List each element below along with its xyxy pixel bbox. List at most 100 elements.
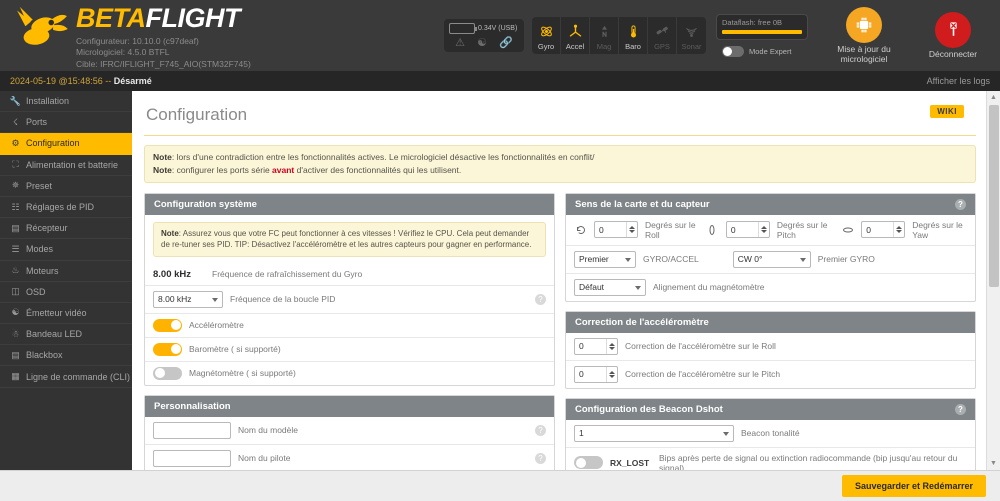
- sidebar-item-motors[interactable]: ♨ Moteurs: [0, 261, 132, 282]
- usb-icon-glyph: [949, 22, 957, 36]
- status-timestamp: 2024-05-19 @15:48:56 --: [10, 76, 112, 86]
- magnetometer-toggle[interactable]: [153, 366, 182, 380]
- plug-icon: ☇: [12, 116, 19, 127]
- sidebar-item-led-strip[interactable]: ☃ Bandeau LED: [0, 324, 132, 346]
- help-icon[interactable]: ?: [535, 293, 546, 305]
- accel-trim-roll-label: Correction de l'accéléromètre sur le Rol…: [625, 341, 776, 351]
- row-barometer-toggle[interactable]: Baromètre ( si supporté): [145, 338, 554, 362]
- help-icon[interactable]: ?: [955, 403, 966, 415]
- roll-degrees-stepper[interactable]: 0: [594, 221, 638, 238]
- sidebar-item-configuration[interactable]: ⚙ Configuration: [0, 133, 132, 155]
- pitch-degrees-value: 0: [730, 224, 736, 235]
- gps-icon: [655, 26, 668, 35]
- betaflight-configurator-window: BETAFLIGHT Configurateur: 10.10.0 (c97de…: [0, 0, 1000, 501]
- panel-board-sensor-alignment: Sens de la carte et du capteur ? 0 Degré…: [565, 192, 976, 302]
- wiki-button[interactable]: WIKI: [930, 105, 964, 118]
- pid-loop-select[interactable]: 8.00 kHz: [153, 290, 223, 308]
- scroll-down-arrow[interactable]: ▼: [987, 457, 1000, 470]
- sidebar-item-receiver[interactable]: ▤ Récepteur: [0, 218, 132, 240]
- blackbox-icon: ▤: [11, 349, 20, 360]
- panel-personalization: Personnalisation Nom du modèle ? Nom du …: [144, 394, 555, 470]
- chip-icon-glyph: [856, 17, 872, 33]
- brand-beta: BETA: [76, 2, 146, 33]
- row-accelerometer-toggle[interactable]: Accéléromètre: [145, 314, 554, 338]
- sliders-icon: ✵: [11, 180, 20, 191]
- sidebar-item-blackbox[interactable]: ▤ Blackbox: [0, 345, 132, 367]
- row-beacon-rx-lost[interactable]: RX_LOST Bips après perte de signal ou ex…: [566, 448, 975, 471]
- accelerometer-toggle[interactable]: [153, 318, 182, 332]
- row-magnetometer-toggle[interactable]: Magnétomètre ( si supporté): [145, 362, 554, 385]
- sensor-label-baro: Baro: [625, 42, 641, 51]
- scroll-up-arrow[interactable]: ▲: [987, 91, 1000, 104]
- beacon-tone-select[interactable]: 1: [574, 424, 734, 442]
- gyro-icon: [540, 26, 552, 37]
- page-note-line1: Note: lors d'une contradiction entre les…: [153, 151, 967, 164]
- sidebar-label-preset: Preset: [26, 180, 53, 191]
- system-note: Note: Assurez vous que votre FC peut fon…: [153, 221, 546, 257]
- two-column-layout: Configuration système Note: Assurez vous…: [132, 183, 988, 471]
- save-and-reboot-button[interactable]: Sauvegarder et Redémarrer: [841, 475, 986, 497]
- barometer-toggle[interactable]: [153, 342, 182, 356]
- gyro-accel-label: GYRO/ACCEL: [643, 254, 699, 264]
- model-name-input[interactable]: [153, 421, 231, 439]
- row-accel-trim-roll: 0 Correction de l'accéléromètre sur le R…: [566, 333, 975, 361]
- help-icon[interactable]: ?: [535, 424, 546, 436]
- mag-alignment-select[interactable]: Défaut: [574, 278, 646, 296]
- disconnect-button-label: Déconnecter: [928, 48, 978, 59]
- led-icon: ☃: [11, 328, 20, 339]
- pilot-name-label: Nom du pilote: [238, 453, 291, 464]
- sidebar-label-modes: Modes: [26, 244, 54, 255]
- accel-trim-pitch-stepper[interactable]: 0: [574, 365, 618, 383]
- sidebar-item-vtx[interactable]: ☯ Émetteur vidéo: [0, 303, 132, 325]
- gyro-orientation-select[interactable]: CW 0°: [732, 250, 811, 268]
- pid-loop-label: Fréquence de la boucle PID: [230, 294, 336, 305]
- sidebar-label-installation: Installation: [26, 96, 70, 107]
- row-pid-loop-rate[interactable]: 8.00 kHz Fréquence de la boucle PID ?: [145, 286, 554, 314]
- pilot-name-input[interactable]: [153, 449, 231, 467]
- yaw-degrees-value: 0: [866, 224, 871, 235]
- expert-mode-toggle[interactable]: [722, 46, 744, 57]
- pitch-degrees-stepper[interactable]: 0: [725, 221, 770, 238]
- pid-icon: ☷: [11, 201, 20, 212]
- gyro-accel-select[interactable]: Premier: [574, 250, 636, 268]
- sidebar-item-power-battery[interactable]: ⛶ Alimentation et batterie: [0, 155, 132, 176]
- system-note-text: : Assurez vous que votre FC peut fonctio…: [161, 228, 532, 250]
- row-gyro-update-rate: 8.00 kHz Fréquence de rafraîchissement d…: [145, 264, 554, 286]
- rx-lost-label: Bips après perte de signal ou extinction…: [659, 452, 958, 471]
- sidebar-item-cli[interactable]: ▦ Ligne de commande (CLI): [0, 366, 132, 388]
- sensor-status-group: Gyro Accel N Mag Baro GPS Sonar: [532, 17, 706, 54]
- panel-title-board-alignment: Sens de la carte et du capteur: [575, 198, 710, 210]
- rx-lost-toggle[interactable]: [574, 456, 603, 469]
- disconnect-button[interactable]: Déconnecter: [922, 11, 984, 60]
- warning-icon: ⚠: [455, 37, 465, 49]
- accel-trim-roll-stepper[interactable]: 0: [574, 337, 618, 355]
- status-bar: 2024-05-19 @15:48:56 -- Désarmé Afficher…: [0, 71, 1000, 91]
- sidebar-item-preset[interactable]: ✵ Preset: [0, 176, 132, 197]
- expert-mode-row[interactable]: Mode Expert: [716, 46, 808, 57]
- sensor-baro: Baro: [619, 17, 648, 54]
- show-logs-link[interactable]: Afficher les logs: [927, 76, 990, 86]
- content-scrollbar[interactable]: ▲ ▼: [986, 91, 1000, 470]
- firmware-flasher-button[interactable]: Mise à jour du micrologiciel: [822, 6, 906, 65]
- sidebar-item-installation[interactable]: 🔧 Installation: [0, 91, 132, 113]
- gyro-orientation-label: Premier GYRO: [817, 254, 875, 264]
- sidebar-item-modes[interactable]: ☰ Modes: [0, 239, 132, 261]
- roll-degrees-value: 0: [599, 224, 604, 235]
- sidebar-item-pid-tuning[interactable]: ☷ Réglages de PID: [0, 197, 132, 219]
- help-icon[interactable]: ?: [955, 198, 966, 210]
- row-model-name[interactable]: Nom du modèle ?: [145, 417, 554, 445]
- panel-title-personalization: Personnalisation: [154, 400, 231, 412]
- expert-mode-label: Mode Expert: [749, 47, 792, 56]
- scrollbar-thumb[interactable]: [989, 105, 999, 287]
- panel-system-configuration: Configuration système Note: Assurez vous…: [144, 192, 555, 386]
- row-pilot-name[interactable]: Nom du pilote ?: [145, 445, 554, 470]
- yaw-degrees-stepper[interactable]: 0: [861, 221, 906, 238]
- sidebar-item-osd[interactable]: ◫ OSD: [0, 282, 132, 303]
- sidebar-item-ports[interactable]: ☇ Ports: [0, 112, 132, 134]
- accel-trim-pitch-label: Correction de l'accéléromètre sur le Pit…: [625, 369, 781, 379]
- rx-lost-tag: RX_LOST: [610, 457, 650, 468]
- sensor-label-mag: Mag: [596, 42, 612, 51]
- sidebar-label-cli: Ligne de commande (CLI): [26, 371, 131, 382]
- note1-prefix: Note: [153, 152, 172, 162]
- help-icon[interactable]: ?: [535, 452, 546, 464]
